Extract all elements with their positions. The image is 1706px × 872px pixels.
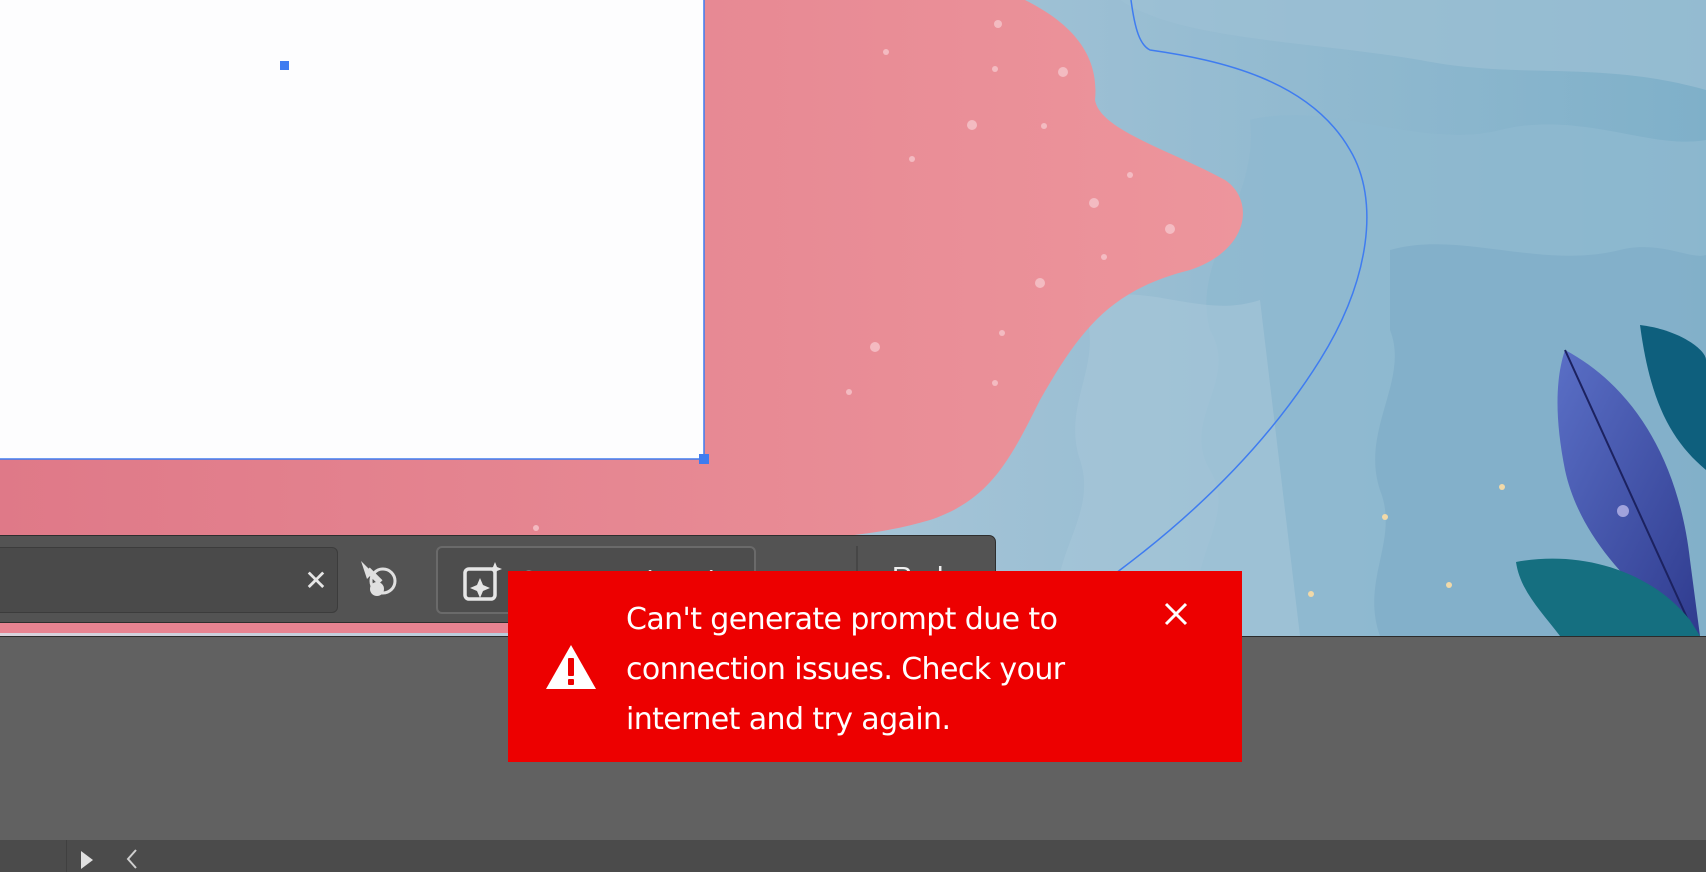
artwork-strip [0,623,510,633]
eyedropper-icon[interactable] [355,557,405,603]
error-toast: Can't generate prompt due to connection … [508,571,1242,762]
close-icon[interactable] [1161,599,1191,629]
status-bar [0,840,1706,872]
close-icon[interactable]: ✕ [303,567,329,595]
play-icon[interactable] [80,850,94,870]
toast-message: Can't generate prompt due to connection … [626,602,1065,737]
generative-ai-icon [463,562,502,601]
prompt-input[interactable]: ✕ [0,547,338,613]
alert-icon [546,645,596,689]
chevron-left-icon[interactable] [126,848,138,870]
status-field[interactable] [0,840,67,872]
